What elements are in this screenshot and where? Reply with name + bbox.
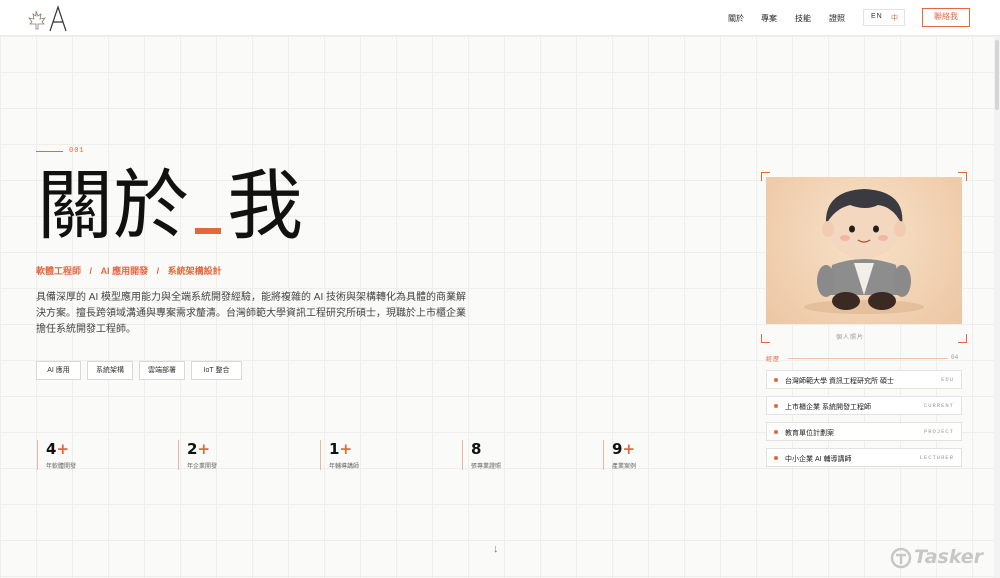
title-underscore-accent <box>195 228 221 234</box>
nav-about[interactable]: 關於 <box>728 13 744 24</box>
stat-label: 張專業證照 <box>471 464 502 470</box>
experience-tag: EDU <box>941 376 954 383</box>
experience-label: 經歷 <box>766 357 781 363</box>
stat-label: 年軟體開發 <box>46 464 77 470</box>
experience-item: 台灣師範大學 資訊工程研究所 碩士 EDU <box>766 370 962 389</box>
page-title: 關於我 <box>37 160 303 252</box>
bullet-dot-icon <box>774 378 778 382</box>
role-item: 系統架構設計 <box>167 266 222 276</box>
bullet-dot-icon <box>774 404 778 408</box>
skill-tag: IoT 整合 <box>191 361 242 380</box>
nav-projects[interactable]: 專案 <box>761 13 777 24</box>
tasker-watermark: Tasker <box>890 545 988 571</box>
stat-item: 8 張專業證照 <box>462 440 582 470</box>
stat-label: 年輔導講師 <box>329 464 360 470</box>
bullet-dot-icon <box>774 456 778 460</box>
stat-value: 9+ <box>612 440 636 458</box>
skill-tag: AI 應用 <box>36 361 81 380</box>
nav-certifications[interactable]: 證照 <box>829 13 845 24</box>
bullet-dot-icon <box>774 430 778 434</box>
nav-skills[interactable]: 技能 <box>795 13 811 24</box>
title-part-2: 我 <box>227 161 303 250</box>
experience-tag: CURRENT <box>923 402 954 409</box>
stat-item: 9+ 產業案例 <box>603 440 723 470</box>
stat-value: 2+ <box>187 440 211 458</box>
maple-leaf-a-logo-icon <box>28 5 67 32</box>
stat-value: 1+ <box>329 440 353 458</box>
experience-text: 中小企業 AI 輔導講師 <box>785 456 852 463</box>
site-header: 關於 專案 技能 證照 EN 中 聯絡我 <box>0 0 1000 36</box>
role-separator: / <box>156 266 160 276</box>
language-switcher: EN 中 <box>863 9 905 26</box>
stat-value: 8 <box>471 440 482 458</box>
experience-text: 上市櫃企業 系統開發工程師 <box>785 404 871 411</box>
experience-tag: LECTURER <box>919 454 954 461</box>
contact-button[interactable]: 聯絡我 <box>922 8 970 27</box>
title-part-1: 關於 <box>37 161 189 250</box>
role-item: 軟體工程師 <box>36 266 82 276</box>
stat-item: 1+ 年輔導講師 <box>320 440 440 470</box>
roles-line: 軟體工程師 / AI 應用開發 / 系統架構設計 <box>36 264 222 277</box>
photo-corner-mark <box>761 334 770 343</box>
stat-label: 年企業開發 <box>187 464 218 470</box>
role-item: AI 應用開發 <box>100 266 149 276</box>
skill-tag: 系統架構 <box>87 361 133 380</box>
section-number-line <box>36 151 63 152</box>
stat-value: 4+ <box>46 440 70 458</box>
experience-divider <box>788 358 948 359</box>
photo-corner-mark <box>958 334 967 343</box>
experience-item: 教育單位計劃案 PROJECT <box>766 422 962 441</box>
lang-en-option[interactable]: EN <box>871 13 883 20</box>
tasker-logo-icon <box>890 547 912 569</box>
stat-item: 4+ 年軟體開發 <box>37 440 157 470</box>
skill-tag: 雲端部署 <box>139 361 185 380</box>
stat-label: 產業案例 <box>612 464 637 470</box>
experience-item: 上市櫃企業 系統開發工程師 CURRENT <box>766 396 962 415</box>
about-description: 具備深厚的 AI 模型應用能力與全端系統開發經驗，能將複雜的 AI 技術與架構轉… <box>36 292 467 335</box>
experience-text: 台灣師範大學 資訊工程研究所 碩士 <box>785 378 894 385</box>
experience-item: 中小企業 AI 輔導講師 LECTURER <box>766 448 962 467</box>
page-scrollbar[interactable] <box>994 36 1000 578</box>
role-separator: / <box>89 266 93 276</box>
section-number: 001 <box>69 147 85 155</box>
scrollbar-thumb[interactable] <box>995 40 999 110</box>
watermark-text: Tasker <box>914 546 984 568</box>
arrow-down-icon[interactable]: ↓ <box>493 543 499 555</box>
experience-count: 04 <box>951 354 959 361</box>
photo-caption: 個人照片 <box>836 335 865 341</box>
site-logo[interactable] <box>26 3 70 35</box>
experience-text: 教育單位計劃案 <box>785 430 834 437</box>
stat-item: 2+ 年企業開發 <box>178 440 298 470</box>
lang-zh-option[interactable]: 中 <box>891 13 899 23</box>
profile-photo <box>766 177 962 324</box>
experience-tag: PROJECT <box>923 428 954 435</box>
plush-doll-image <box>804 189 924 314</box>
